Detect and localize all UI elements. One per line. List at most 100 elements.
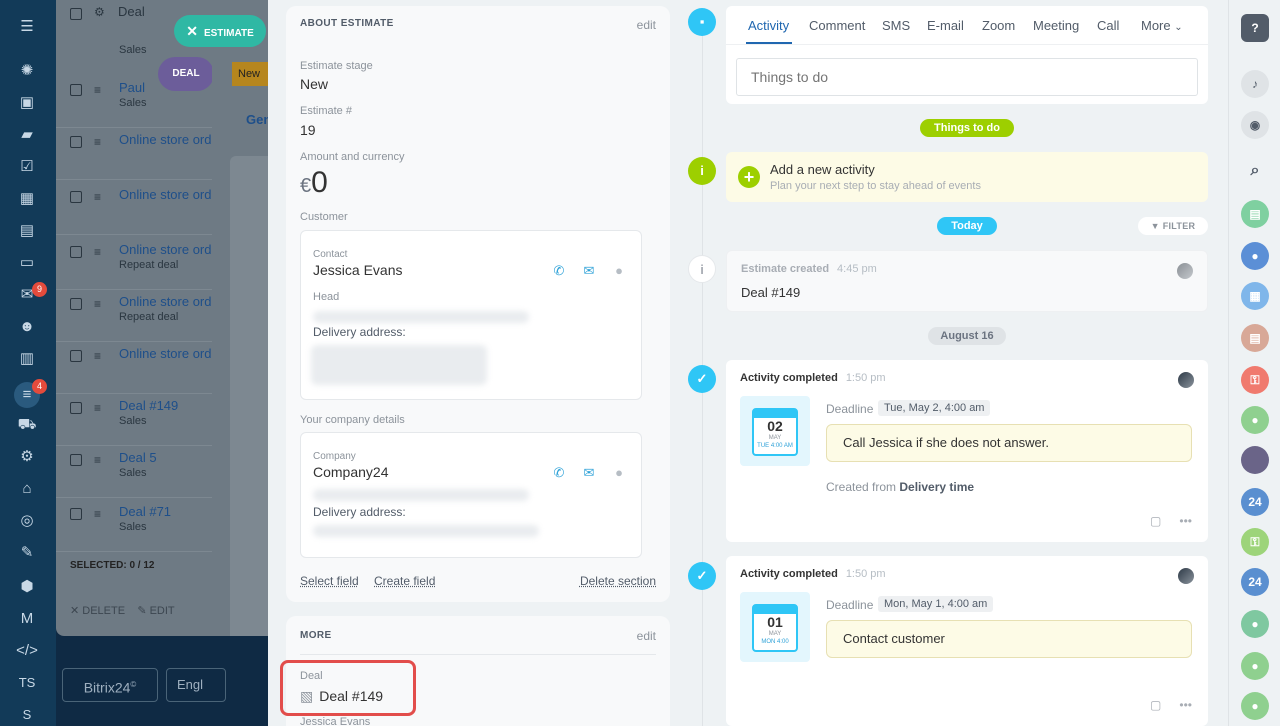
- drag-handle-icon[interactable]: ≡: [94, 454, 106, 466]
- store-icon[interactable]: ⌂: [16, 478, 38, 500]
- bell-icon[interactable]: ♪: [1241, 70, 1269, 98]
- row-title[interactable]: Online store ord: [119, 187, 212, 202]
- row-title[interactable]: Deal #71: [119, 504, 171, 519]
- edit-button[interactable]: EDIT: [150, 605, 175, 617]
- feed-icon[interactable]: ✺: [16, 60, 38, 82]
- deadline-value[interactable]: Tue, May 2, 4:00 am: [878, 400, 991, 416]
- automation-icon[interactable]: M: [16, 608, 38, 630]
- lock-icon[interactable]: ⚿: [1241, 528, 1269, 556]
- row-checkbox[interactable]: [70, 84, 82, 96]
- tab-call[interactable]: Call: [1097, 18, 1119, 33]
- tab-sms[interactable]: SMS: [882, 18, 910, 33]
- box-icon[interactable]: ⬢: [16, 576, 38, 598]
- filter-button[interactable]: ▼ FILTER: [1138, 217, 1208, 235]
- avatar[interactable]: [1178, 568, 1194, 584]
- row-checkbox[interactable]: [70, 350, 82, 362]
- delete-button[interactable]: DELETE: [82, 605, 125, 617]
- chat-icon[interactable]: ●: [611, 263, 627, 279]
- row-title[interactable]: Deal 5: [119, 450, 157, 465]
- drag-handle-icon[interactable]: ≡: [94, 508, 106, 520]
- phone-icon[interactable]: ✆: [551, 465, 567, 481]
- tasks-icon[interactable]: ▣: [16, 92, 38, 114]
- row-title[interactable]: Deal #149: [119, 398, 178, 413]
- calendar-chat-icon[interactable]: ▦: [1241, 282, 1269, 310]
- edit-section-link[interactable]: edit: [637, 18, 656, 32]
- tab-email[interactable]: E-mail: [927, 18, 964, 33]
- row-checkbox[interactable]: [70, 454, 82, 466]
- target-icon[interactable]: ◎: [16, 510, 38, 532]
- row-title[interactable]: Paul: [119, 80, 145, 95]
- avatar[interactable]: [1178, 372, 1194, 388]
- contacts-icon[interactable]: ☻: [16, 316, 38, 338]
- group-icon[interactable]: ●: [1241, 610, 1269, 638]
- edit-section-link[interactable]: edit: [637, 629, 656, 643]
- tab-comment[interactable]: Comment: [809, 18, 865, 33]
- drag-handle-icon[interactable]: ≡: [94, 402, 106, 414]
- contact-center-icon[interactable]: ▥: [16, 348, 38, 370]
- row-title[interactable]: Online store ord: [119, 294, 212, 309]
- user-initial-s[interactable]: S: [16, 704, 38, 726]
- checklist-icon[interactable]: ☑: [16, 156, 38, 178]
- amount-value[interactable]: €0: [300, 166, 328, 200]
- lock-icon[interactable]: ⚿: [1241, 366, 1269, 394]
- help-button[interactable]: ?: [1241, 14, 1269, 42]
- company-name[interactable]: Company24: [313, 464, 389, 480]
- bitrix24-logo-button[interactable]: Bitrix24©: [62, 668, 158, 702]
- phone-icon[interactable]: ✆: [551, 263, 567, 279]
- developer-icon[interactable]: </>: [16, 640, 38, 662]
- tab-zoom[interactable]: Zoom: [982, 18, 1015, 33]
- user-icon[interactable]: ●: [1241, 406, 1269, 434]
- user-initials[interactable]: TS: [16, 672, 38, 694]
- select-field-link[interactable]: Select field: [300, 574, 359, 588]
- row-title[interactable]: Online store ord: [119, 132, 212, 147]
- sign-icon[interactable]: ✎: [16, 542, 38, 564]
- select-all-checkbox[interactable]: [70, 8, 82, 20]
- todo-input[interactable]: [736, 58, 1198, 96]
- group-icon[interactable]: ●: [1241, 652, 1269, 680]
- drag-handle-icon[interactable]: ≡: [94, 191, 106, 203]
- tab-meeting[interactable]: Meeting: [1033, 18, 1079, 33]
- contact-card-icon[interactable]: ▤: [1241, 200, 1269, 228]
- tab-more[interactable]: More ⌄: [1141, 18, 1183, 33]
- add-icon[interactable]: +: [738, 166, 760, 188]
- search-icon[interactable]: ⌕: [1241, 157, 1269, 185]
- group-icon[interactable]: ●: [1241, 692, 1269, 720]
- note-icon[interactable]: ▢: [1150, 514, 1161, 528]
- email-icon[interactable]: ✉: [581, 465, 597, 481]
- group-chat-icon[interactable]: ●: [1241, 242, 1269, 270]
- language-button[interactable]: Engl: [166, 668, 226, 702]
- create-field-link[interactable]: Create field: [374, 574, 435, 588]
- drag-handle-icon[interactable]: ≡: [94, 246, 106, 258]
- more-dots-icon[interactable]: •••: [1179, 698, 1192, 712]
- deal-slider-tab[interactable]: DEAL: [158, 57, 214, 91]
- calendar-icon[interactable]: ▦: [16, 188, 38, 210]
- tab-activity[interactable]: Activity: [748, 18, 789, 33]
- drive-icon[interactable]: ▭: [16, 252, 38, 274]
- robot-icon[interactable]: ⚙: [16, 446, 38, 468]
- drag-handle-icon[interactable]: ≡: [94, 298, 106, 310]
- new-activity-title[interactable]: Add a new activity: [770, 162, 875, 177]
- close-estimate-button[interactable]: ✕ ESTIMATE: [174, 15, 266, 47]
- note-icon[interactable]: ▢: [1150, 698, 1161, 712]
- messenger-icon[interactable]: ◉: [1241, 111, 1269, 139]
- number-value[interactable]: 19: [300, 122, 316, 138]
- contact-name[interactable]: Jessica Evans: [313, 262, 402, 278]
- avatar[interactable]: [1177, 263, 1193, 279]
- contact-chat-icon[interactable]: ▤: [1241, 324, 1269, 352]
- avatar[interactable]: [1241, 446, 1269, 474]
- cart-icon[interactable]: ⛟: [16, 414, 38, 436]
- drag-handle-icon[interactable]: ≡: [94, 136, 106, 148]
- bitrix24-chat-icon[interactable]: 24: [1241, 488, 1269, 516]
- delete-section-link[interactable]: Delete section: [580, 574, 656, 588]
- settings-icon[interactable]: ⚙: [94, 6, 106, 18]
- drag-handle-icon[interactable]: ≡: [94, 84, 106, 96]
- row-checkbox[interactable]: [70, 298, 82, 310]
- new-activity-card[interactable]: + Add a new activity Plan your next step…: [726, 152, 1208, 202]
- row-checkbox[interactable]: [70, 136, 82, 148]
- row-checkbox[interactable]: [70, 191, 82, 203]
- chat-icon[interactable]: ●: [611, 465, 627, 481]
- deadline-value[interactable]: Mon, May 1, 4:00 am: [878, 596, 994, 612]
- more-dots-icon[interactable]: •••: [1179, 514, 1192, 528]
- chat-icon[interactable]: ▰: [16, 124, 38, 146]
- row-checkbox[interactable]: [70, 246, 82, 258]
